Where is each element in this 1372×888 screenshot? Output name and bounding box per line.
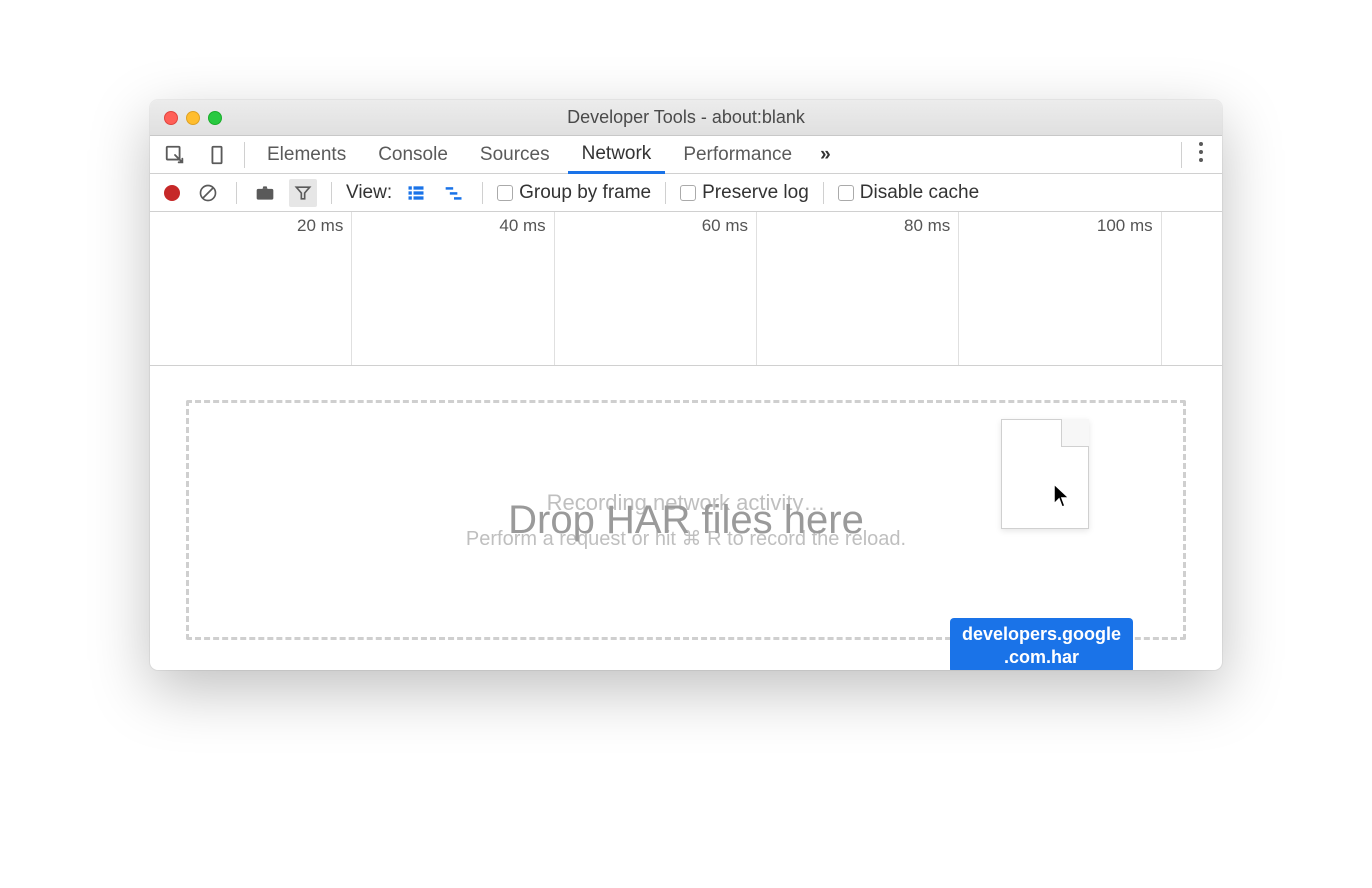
filename-line2: .com.har xyxy=(962,646,1121,669)
titlebar: Developer Tools - about:blank xyxy=(150,100,1222,136)
tab-elements[interactable]: Elements xyxy=(253,136,360,173)
capture-screenshots-icon[interactable] xyxy=(251,179,279,207)
separator xyxy=(823,182,824,204)
tab-performance[interactable]: Performance xyxy=(669,136,806,173)
toggle-device-icon[interactable] xyxy=(198,140,236,170)
disable-cache-label: Disable cache xyxy=(860,182,979,204)
separator xyxy=(665,182,666,204)
record-button[interactable] xyxy=(160,181,184,205)
timeline-overview[interactable]: 20 ms 40 ms 60 ms 80 ms 100 ms xyxy=(150,212,1222,366)
timeline-tick: 40 ms xyxy=(499,216,545,236)
separator xyxy=(1181,142,1182,168)
separator xyxy=(236,182,237,204)
close-icon[interactable] xyxy=(164,111,178,125)
inspect-element-icon[interactable] xyxy=(156,140,194,170)
window-title: Developer Tools - about:blank xyxy=(150,107,1222,128)
separator xyxy=(244,142,245,168)
waterfall-view-icon[interactable] xyxy=(440,179,468,207)
timeline-tick: 20 ms xyxy=(297,216,343,236)
filter-icon[interactable] xyxy=(289,179,317,207)
preserve-log-label: Preserve log xyxy=(702,182,809,204)
clear-icon[interactable] xyxy=(194,179,222,207)
minimize-icon[interactable] xyxy=(186,111,200,125)
tab-console[interactable]: Console xyxy=(364,136,462,173)
dropzone-main-text: Drop HAR files here xyxy=(508,498,864,543)
view-label: View: xyxy=(346,182,392,204)
cursor-icon xyxy=(1052,482,1072,510)
network-toolbar: View: Group by frame Preserve log Disabl… xyxy=(150,174,1222,212)
content-area: Recording network activity… Perform a re… xyxy=(150,366,1222,670)
timeline-tick: 100 ms xyxy=(1097,216,1153,236)
timeline-tick: 60 ms xyxy=(702,216,748,236)
main-tabbar: Elements Console Sources Network Perform… xyxy=(150,136,1222,174)
dragged-file-icon xyxy=(1001,419,1089,529)
group-by-frame-checkbox[interactable]: Group by frame xyxy=(497,182,651,204)
maximize-icon[interactable] xyxy=(208,111,222,125)
kebab-menu-icon[interactable] xyxy=(1186,137,1216,173)
large-rows-icon[interactable] xyxy=(402,179,430,207)
timeline-tick: 80 ms xyxy=(904,216,950,236)
separator xyxy=(331,182,332,204)
filename-line1: developers.google xyxy=(962,623,1121,646)
dragged-filename-badge: developers.google .com.har xyxy=(950,618,1133,670)
disable-cache-checkbox[interactable]: Disable cache xyxy=(838,182,979,204)
tab-sources[interactable]: Sources xyxy=(466,136,564,173)
tabs-overflow-icon[interactable]: » xyxy=(810,144,841,166)
tab-network[interactable]: Network xyxy=(568,137,666,174)
window-controls xyxy=(164,111,222,125)
group-by-frame-label: Group by frame xyxy=(519,182,651,204)
har-dropzone[interactable]: Recording network activity… Perform a re… xyxy=(186,400,1186,640)
separator xyxy=(482,182,483,204)
preserve-log-checkbox[interactable]: Preserve log xyxy=(680,182,809,204)
devtools-window: Developer Tools - about:blank Elements C… xyxy=(150,100,1222,670)
